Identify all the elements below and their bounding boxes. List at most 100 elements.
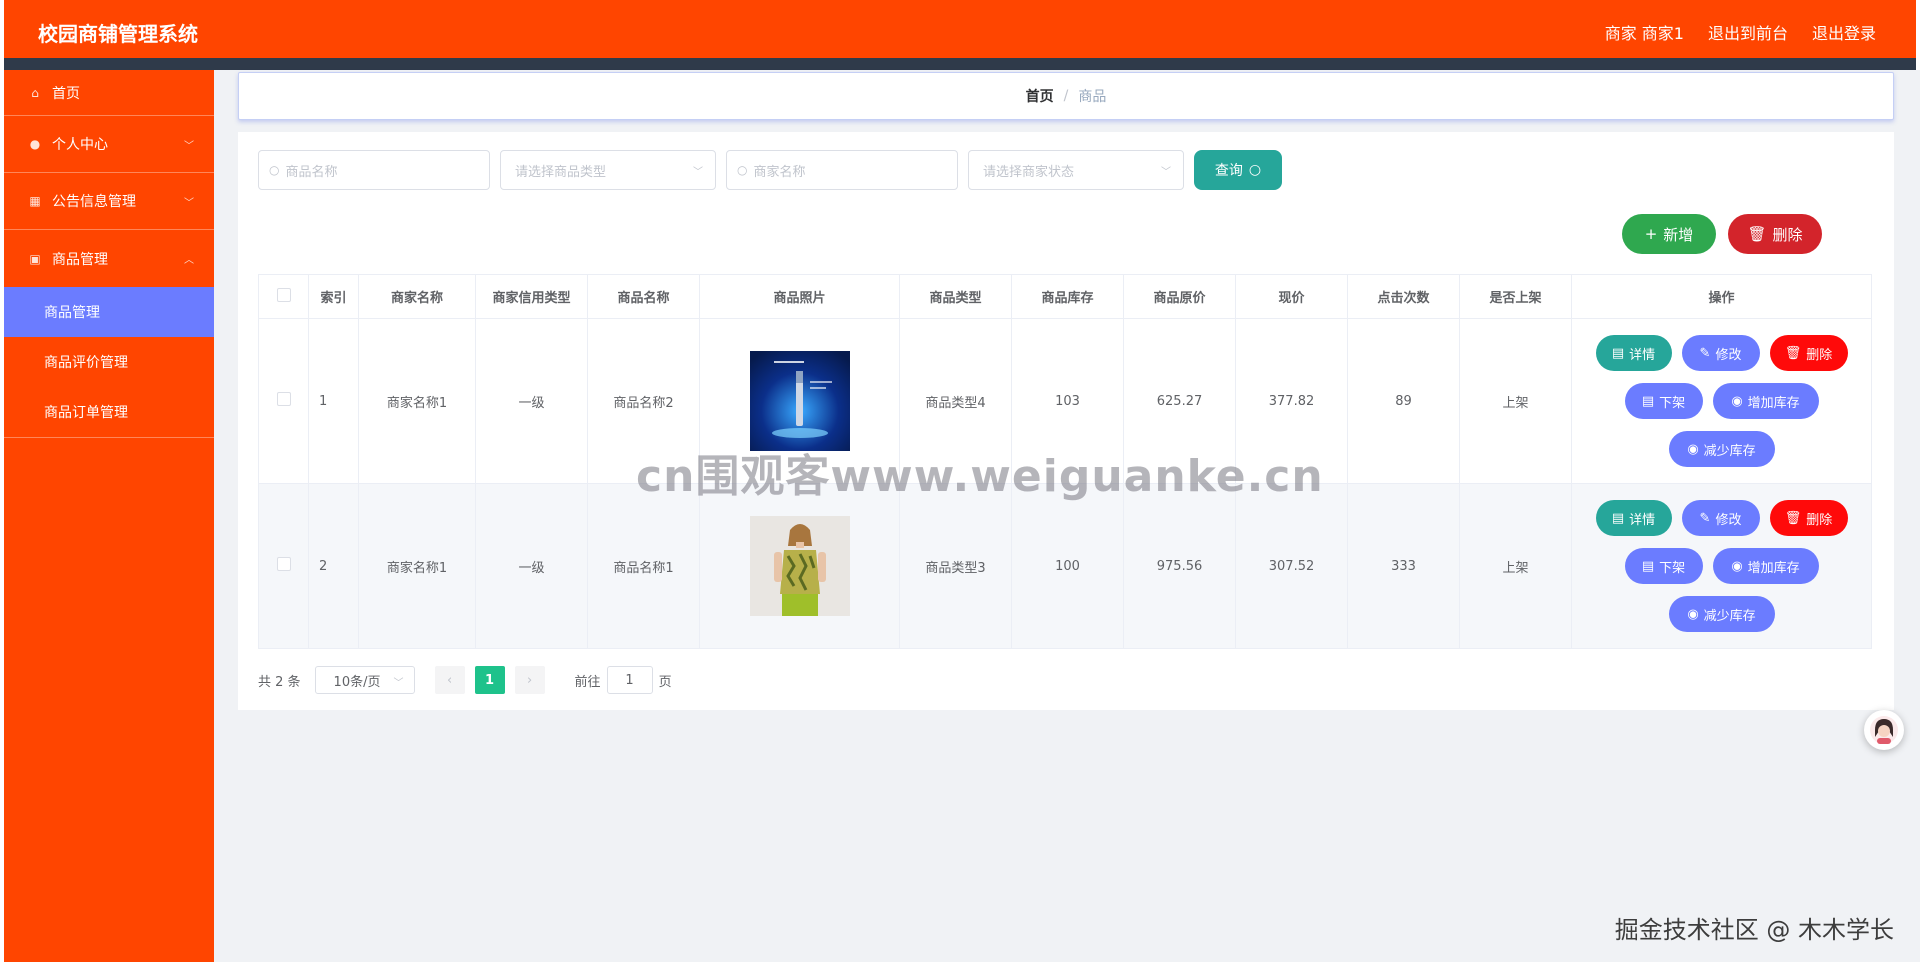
document-icon: ▤ [1641,558,1655,574]
page-unit-label: 页 [658,674,672,690]
add-stock-label: 增加库存 [1747,560,1800,576]
header-nav: 商家 商家1 退出到前台 退出登录 [1605,20,1876,44]
floating-assistant-avatar[interactable] [1864,710,1904,750]
front-link[interactable]: 退出到前台 [1708,20,1788,44]
cell-clicks: 89 [1347,318,1460,484]
search-bar: ○ 商品名称 请选择商品类型 ﹀ ○ 商家名称 请选择商家状态 ﹀ 查询 ○ [258,150,1282,190]
watermark-text: cn围观客www.weiguanke.cn [636,451,1324,502]
next-page-button[interactable]: › [514,666,545,694]
sidebar-item-goods[interactable]: ▣ 商品管理 ︿ [4,230,214,287]
offsale-button[interactable]: ▤ 下架 [1624,548,1703,584]
delete-label: 删除 [1806,512,1833,528]
cell-index: 2 [308,483,359,649]
delete-button[interactable]: 🗑 删除 [1769,335,1848,371]
page-size-value: 10条/页 [333,674,381,690]
chevron-down-icon: ﹀ [184,198,194,209]
cell-photo [699,483,900,649]
cell-name: 商品名称1 [587,483,700,649]
sidebar-subitem-reviews[interactable]: 商品评价管理 [4,337,214,387]
breadcrumb-home[interactable]: 首页 [1026,86,1054,106]
row-checkbox[interactable] [276,392,291,406]
row-actions: ▤ 详情 ✎ 修改 🗑 删除 ▤ 下架 ◉ 增加库存 ◉ 减少库存 [1572,335,1871,467]
add-stock-button[interactable]: ◉ 增加库存 [1712,383,1819,419]
cell-credit: 一级 [475,318,588,484]
location-icon: ◉ [1731,393,1743,409]
location-icon: ◉ [1687,606,1699,622]
cell-stock: 100 [1011,483,1124,649]
sidebar-item-label: 个人中心 [52,137,108,153]
sidebar-subitem-orders[interactable]: 商品订单管理 [4,387,214,437]
shop-name-input[interactable]: ○ 商家名称 [726,150,958,190]
cell-onsale: 上架 [1459,318,1572,484]
goto-label: 前往 [574,674,601,690]
chevron-right-icon: › [526,672,533,688]
logout-link[interactable]: 退出登录 [1812,20,1876,44]
select-all-checkbox[interactable] [276,287,291,302]
total-count: 共 2 条 [258,674,301,690]
shop-status-select[interactable]: 请选择商家状态 ﹀ [968,150,1184,190]
offsale-label: 下架 [1659,395,1686,411]
cell-price: 307.52 [1235,483,1348,649]
shop-status-placeholder: 请选择商家状态 [983,164,1075,180]
content-card: ○ 商品名称 请选择商品类型 ﹀ ○ 商家名称 请选择商家状态 ﹀ 查询 ○ +… [238,132,1894,710]
search-icon: ○ [269,163,280,177]
goods-type-select[interactable]: 请选择商品类型 ﹀ [500,150,716,190]
sidebar-subitem-goods[interactable]: 商品管理 [4,287,214,337]
main-area: 首页 / 商品 ○ 商品名称 请选择商品类型 ﹀ ○ 商家名称 请选择商家状态 … [214,70,1920,962]
reduce-stock-label: 减少库存 [1703,608,1756,624]
add-stock-label: 增加库存 [1747,395,1800,411]
col-header: 点击次数 [1347,274,1460,319]
goods-type-placeholder: 请选择商品类型 [515,164,607,180]
detail-button[interactable]: ▤ 详情 [1595,500,1672,536]
add-button[interactable]: + 新增 [1622,214,1716,254]
col-header: 商家信用类型 [475,274,588,319]
pencil-icon: ✎ [1699,510,1711,526]
sidebar-item-label: 公告信息管理 [52,194,136,210]
search-icon: ○ [737,163,748,177]
batch-delete-button[interactable]: 🗑 删除 [1728,214,1822,254]
pencil-icon: ✎ [1699,345,1711,361]
col-header: 商品名称 [587,274,700,319]
delete-label: 删除 [1772,225,1803,244]
reduce-stock-button[interactable]: ◉ 减少库存 [1668,431,1775,467]
page-size-select[interactable]: 10条/页 ﹀ [314,666,415,694]
row-actions: ▤ 详情 ✎ 修改 🗑 删除 ▤ 下架 ◉ 增加库存 ◉ 减少库存 [1572,500,1871,632]
product-photo-cosmetic[interactable] [749,351,850,451]
cell-type: 商品类型3 [899,483,1012,649]
avatar-icon [1870,716,1898,744]
col-header: 商品照片 [699,274,900,319]
reduce-stock-button[interactable]: ◉ 减少库存 [1668,596,1775,632]
image-icon: ▣ [29,251,41,266]
query-button[interactable]: 查询 ○ [1194,150,1282,190]
edit-button[interactable]: ✎ 修改 [1681,500,1760,536]
sidebar-item-notice[interactable]: ▦ 公告信息管理 ﹀ [4,173,214,230]
search-icon: ○ [1248,162,1262,178]
page-number[interactable]: 1 [474,666,505,694]
detail-label: 详情 [1629,512,1656,528]
goto-page-input[interactable]: 1 [606,666,653,694]
edit-button[interactable]: ✎ 修改 [1681,335,1760,371]
sidebar-item-home[interactable]: ⌂ 首页 [4,70,214,116]
goods-submenu: 商品管理 商品评价管理 商品订单管理 [4,287,214,438]
cell-shop: 商家名称1 [358,483,476,649]
goods-name-input[interactable]: ○ 商品名称 [258,150,490,190]
detail-button[interactable]: ▤ 详情 [1595,335,1672,371]
chevron-down-icon: ﹀ [393,678,404,689]
delete-button[interactable]: 🗑 删除 [1769,500,1848,536]
shop-name-placeholder: 商家名称 [753,164,806,180]
offsale-label: 下架 [1659,560,1686,576]
sidebar-item-personal[interactable]: ● 个人中心 ﹀ [4,116,214,173]
current-user-link[interactable]: 商家 商家1 [1605,20,1684,44]
user-icon: ● [29,137,41,151]
offsale-button[interactable]: ▤ 下架 [1624,383,1703,419]
row-checkbox[interactable] [276,557,291,571]
col-header: 索引 [308,274,359,319]
select-all-cell [258,274,309,319]
row-select-cell [258,483,309,649]
product-photo-clothing[interactable] [749,516,850,616]
prev-page-button[interactable]: ‹ [434,666,465,694]
corner-watermark: 掘金技术社区 @ 木木学长 [1614,916,1894,944]
add-stock-button[interactable]: ◉ 增加库存 [1712,548,1819,584]
col-header: 商品库存 [1011,274,1124,319]
row-select-cell [258,318,309,484]
